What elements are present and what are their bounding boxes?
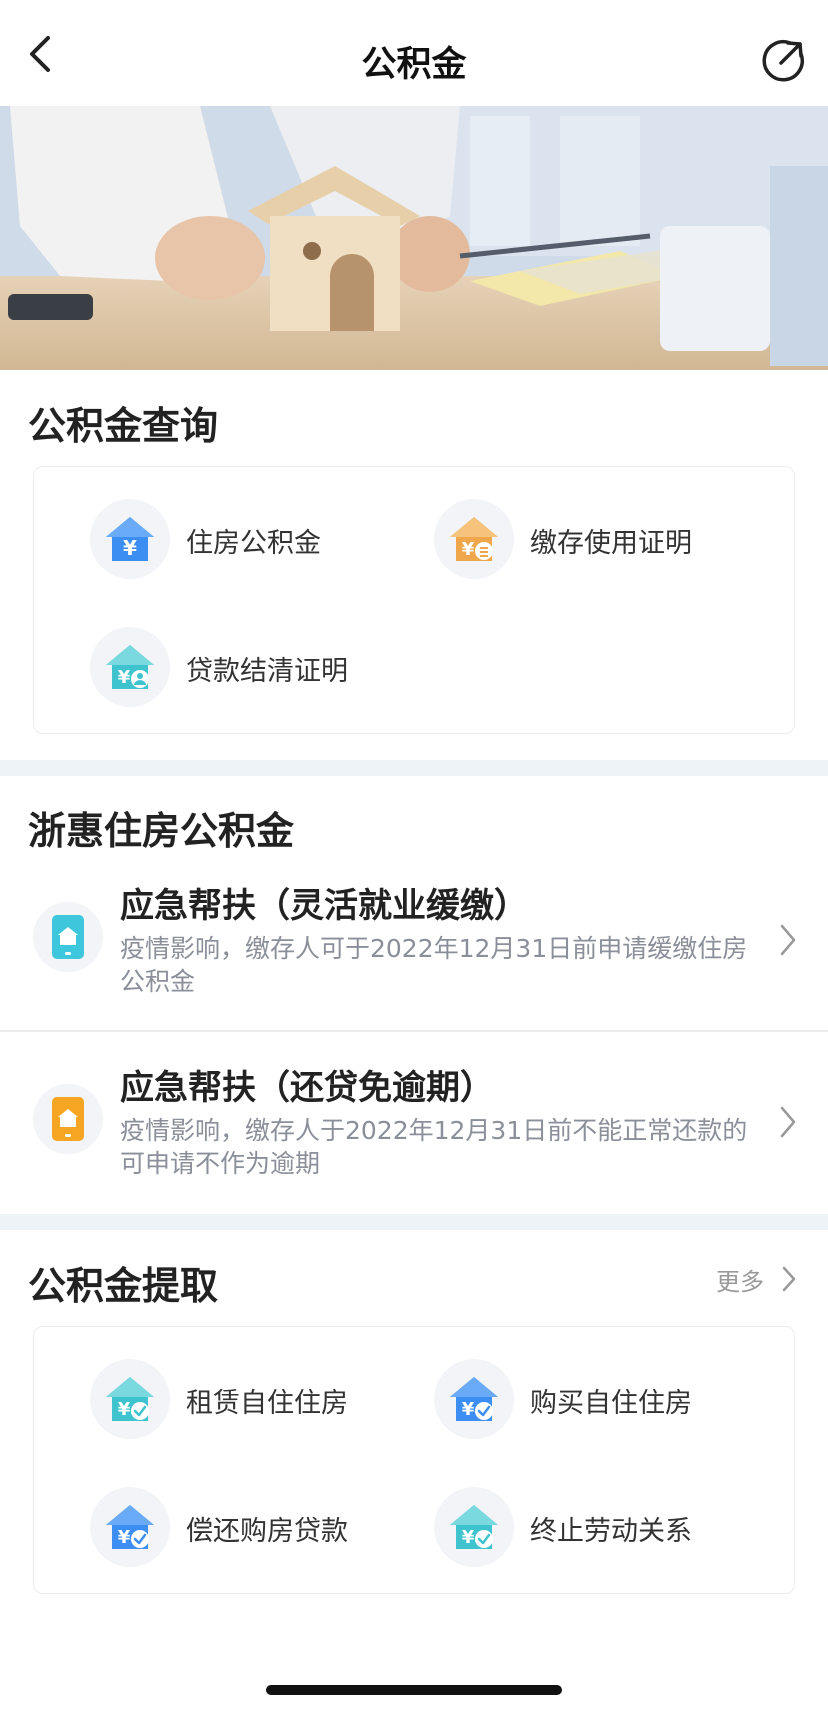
grid-item-rent-housing[interactable]: ¥ 租赁自住住房 — [34, 1359, 374, 1439]
page-title: 公积金 — [361, 45, 467, 85]
chevron-right-icon — [780, 924, 796, 956]
chevron-right-icon — [782, 1266, 796, 1292]
withdraw-card: ¥ 租赁自住住房 ¥ 购买自住住房 ¥ 偿还购房贷款 ¥ 终止劳动关系 — [33, 1326, 795, 1594]
house-yuan-check-icon: ¥ — [434, 1487, 514, 1567]
chevron-right-icon — [780, 1106, 796, 1138]
svg-text:¥: ¥ — [118, 1399, 131, 1420]
house-yuan-person-icon: ¥ — [90, 627, 170, 707]
list-item-title: 应急帮扶（还贷免逾期） — [120, 1068, 494, 1108]
share-icon[interactable] — [760, 38, 806, 84]
list-item-desc: 疫情影响，缴存人可于2022年12月31日前申请缓缴住房公积金 — [120, 934, 748, 996]
grid-item-buy-housing[interactable]: ¥ 购买自住住房 — [378, 1359, 718, 1439]
grid-item-housing-fund[interactable]: ¥ 住房公积金 — [34, 499, 374, 579]
grid-label: 购买自住住房 — [530, 1388, 692, 1419]
section-title-withdraw: 公积金提取 — [28, 1264, 219, 1308]
grid-label: 住房公积金 — [186, 528, 321, 559]
grid-item-repay-loan[interactable]: ¥ 偿还购房贷款 — [34, 1487, 374, 1567]
query-card: ¥ 住房公积金 ¥ 缴存使用证明 ¥ 贷款结清证明 — [33, 466, 795, 734]
top-nav-bar: 公积金 — [0, 0, 828, 106]
home-indicator[interactable] — [266, 1685, 562, 1695]
more-label: 更多 — [716, 1268, 764, 1296]
section-title-zhehui: 浙惠住房公积金 — [28, 809, 295, 853]
svg-text:¥: ¥ — [462, 539, 475, 560]
svg-text:¥: ¥ — [462, 1399, 475, 1420]
list-item-title: 应急帮扶（灵活就业缓缴） — [120, 886, 528, 926]
house-yuan-check-icon: ¥ — [434, 1359, 514, 1439]
house-yuan-check-icon: ¥ — [90, 1359, 170, 1439]
svg-text:¥: ¥ — [118, 667, 131, 688]
house-yuan-icon: ¥ — [90, 499, 170, 579]
grid-label: 贷款结清证明 — [186, 656, 348, 687]
grid-label: 偿还购房贷款 — [186, 1516, 348, 1547]
phone-house-icon — [33, 1084, 103, 1154]
grid-item-terminate-employment[interactable]: ¥ 终止劳动关系 — [378, 1487, 718, 1567]
grid-label: 租赁自住住房 — [186, 1388, 348, 1419]
svg-text:¥: ¥ — [123, 536, 137, 560]
more-link[interactable]: 更多 — [708, 1258, 798, 1298]
banner-illustration — [0, 106, 828, 370]
list-item-loan-no-overdue[interactable]: 应急帮扶（还贷免逾期） 疫情影响，缴存人于2022年12月31日前不能正常还款的… — [0, 1032, 828, 1214]
house-yuan-doc-icon: ¥ — [434, 499, 514, 579]
banner-image — [0, 106, 828, 370]
house-yuan-check-icon: ¥ — [90, 1487, 170, 1567]
section-divider — [0, 760, 828, 776]
section-divider — [0, 1214, 828, 1230]
grid-item-loan-settlement[interactable]: ¥ 贷款结清证明 — [34, 627, 374, 707]
grid-label: 缴存使用证明 — [530, 528, 692, 559]
svg-text:¥: ¥ — [462, 1527, 475, 1548]
list-item-flexible-deferral[interactable]: 应急帮扶（灵活就业缓缴） 疫情影响，缴存人可于2022年12月31日前申请缓缴住… — [0, 850, 828, 1032]
grid-item-deposit-certificate[interactable]: ¥ 缴存使用证明 — [378, 499, 718, 579]
svg-text:¥: ¥ — [118, 1527, 131, 1548]
phone-house-icon — [33, 902, 103, 972]
list-item-desc: 疫情影响，缴存人于2022年12月31日前不能正常还款的可申请不作为逾期 — [120, 1116, 748, 1178]
section-title-query: 公积金查询 — [28, 404, 219, 448]
grid-label: 终止劳动关系 — [530, 1516, 692, 1547]
